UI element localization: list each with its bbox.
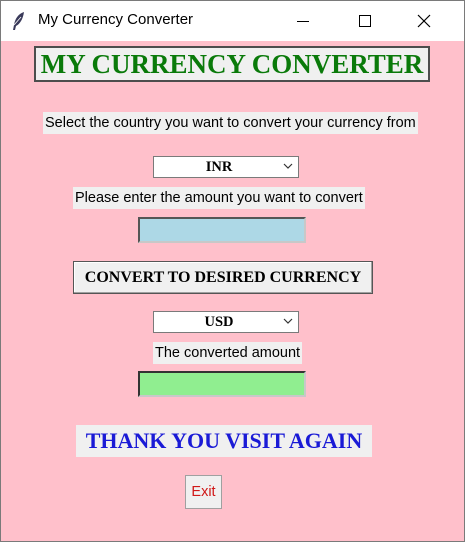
amount-prompt: Please enter the amount you want to conv… xyxy=(73,187,365,209)
minimize-button[interactable] xyxy=(274,1,332,41)
to-currency-select[interactable]: USD xyxy=(153,311,299,333)
title-bar[interactable]: My Currency Converter xyxy=(1,1,464,41)
thank-you-message: THANK YOU VISIT AGAIN xyxy=(76,425,372,457)
app-window: My Currency Converter MY CURRENCY CONVER… xyxy=(0,0,465,542)
converted-amount-output[interactable] xyxy=(138,371,306,397)
from-currency-value: INR xyxy=(205,159,233,175)
amount-input[interactable] xyxy=(138,217,306,243)
close-icon xyxy=(417,14,431,28)
close-button[interactable] xyxy=(395,1,453,41)
minimize-icon xyxy=(297,21,309,22)
feather-icon xyxy=(11,11,27,31)
chevron-down-icon xyxy=(283,318,293,324)
to-currency-value: USD xyxy=(204,314,234,330)
page-title: MY CURRENCY CONVERTER xyxy=(34,46,430,82)
maximize-button[interactable] xyxy=(336,1,394,41)
from-currency-prompt: Select the country you want to convert y… xyxy=(43,112,418,134)
convert-button[interactable]: CONVERT TO DESIRED CURRENCY xyxy=(73,261,373,294)
window-title: My Currency Converter xyxy=(38,11,194,28)
from-currency-select[interactable]: INR xyxy=(153,156,299,178)
converted-amount-label: The converted amount xyxy=(153,342,303,364)
chevron-down-icon xyxy=(283,163,293,169)
exit-button[interactable]: Exit xyxy=(185,475,222,509)
maximize-icon xyxy=(359,15,371,27)
